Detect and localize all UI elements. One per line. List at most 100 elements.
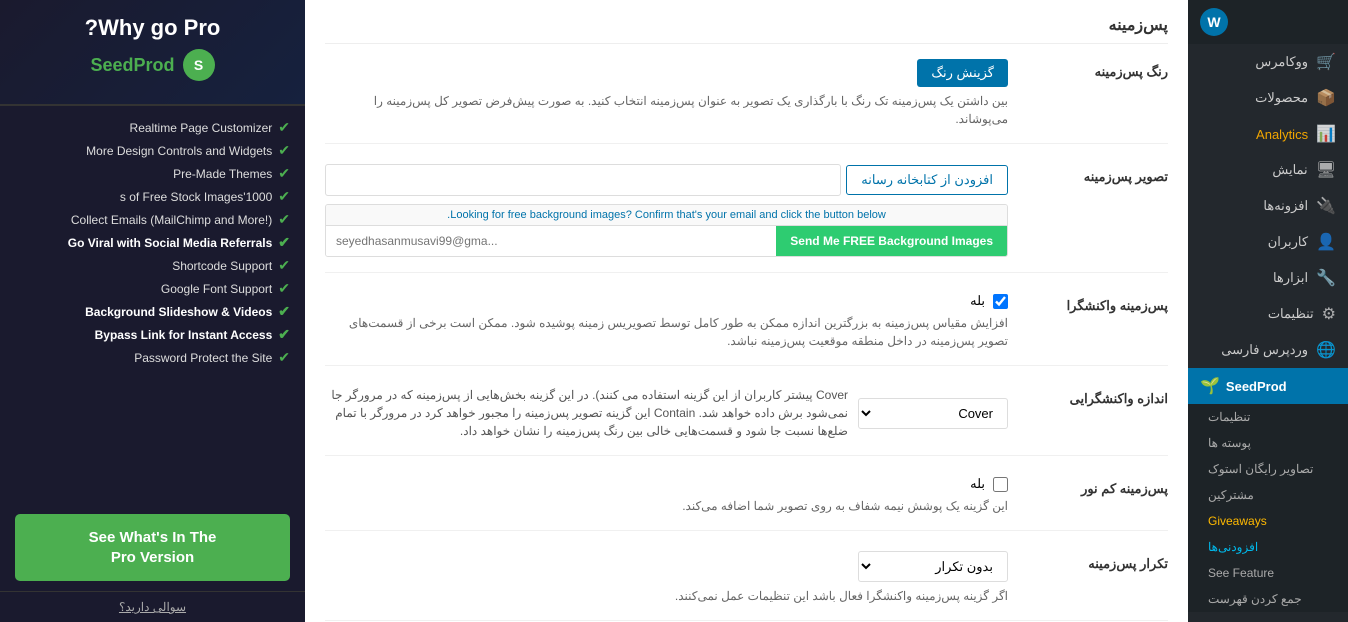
sidebar-item-wp-farsi[interactable]: وردپرس فارسی 🌐 bbox=[1188, 332, 1348, 368]
seedprod-sub-stock[interactable]: تصاویر رایگان استوک bbox=[1188, 456, 1348, 482]
feature-bgvideo: ✔ Background Slideshow & Videos bbox=[15, 300, 290, 323]
bg-dim-checkbox-label: بله bbox=[970, 476, 985, 492]
bg-dim-description: این گزینه یک پوشش نیمه شفاف به روی تصویر… bbox=[325, 497, 1008, 515]
cover-row: Cover Contain Cover پیشتر کاربران از این… bbox=[325, 386, 1008, 440]
analytics-icon: 📊 bbox=[1316, 124, 1336, 144]
media-upload-btn[interactable]: افزودن از کتابخانه رسانه bbox=[846, 165, 1008, 195]
media-url-input[interactable] bbox=[325, 164, 841, 196]
check-icon-4: ✔ bbox=[278, 211, 290, 228]
bg-image-row: تصویر پس‌زمینه افزودن از کتابخانه رسانه … bbox=[325, 164, 1168, 273]
bg-repeat-control: بدون تکرار تکرار تکرار افقی تکرار عمودی … bbox=[325, 551, 1008, 605]
wp-logo-icon: W bbox=[1200, 8, 1228, 36]
bg-size-row: اندازه واکنشگرایی Cover Contain Cover پی… bbox=[325, 386, 1168, 456]
promo-question-link[interactable]: سوالی دارید؟ bbox=[119, 600, 186, 614]
bg-size-select[interactable]: Cover Contain bbox=[858, 398, 1008, 429]
seedprod-logo-icon: 🌱 bbox=[1200, 376, 1220, 396]
check-icon-5: ✔ bbox=[278, 234, 290, 251]
email-bg-area: Looking for free background images? Conf… bbox=[325, 204, 1008, 257]
feature-themes: ✔ Pre-Made Themes bbox=[15, 162, 290, 185]
check-icon-9: ✔ bbox=[278, 326, 290, 343]
check-icon-8: ✔ bbox=[278, 303, 290, 320]
feature-emails: ✔ Collect Emails (MailChimp and More!) bbox=[15, 208, 290, 231]
email-bg-row: Send Me FREE Background Images bbox=[326, 225, 1007, 256]
feature-shortcode: ✔ Shortcode Support bbox=[15, 254, 290, 277]
wp-admin-sidebar: W ووکامرس 🛒 محصولات 📦 Analytics 📊 نمایش … bbox=[1188, 0, 1348, 622]
bg-repeat-label: تکرار پس‌زمینه bbox=[1028, 551, 1168, 572]
send-bg-email-btn[interactable]: Send Me FREE Background Images bbox=[776, 226, 1007, 256]
bg-color-control: گزینش رنگ بین داشتن یک پس‌زمینه تک رنگ ب… bbox=[325, 59, 1008, 128]
seedprod-sub-giveaways[interactable]: Giveaways bbox=[1188, 508, 1348, 534]
seedprod-sub-collapse[interactable]: جمع کردن قهرست bbox=[1188, 586, 1348, 612]
wp-farsi-icon: 🌐 bbox=[1316, 340, 1336, 360]
display-icon: 🖥 bbox=[1316, 160, 1336, 180]
promo-logo: S SeedProd bbox=[15, 49, 290, 81]
bg-color-label: رنگ پس‌زمینه bbox=[1028, 59, 1168, 80]
color-picker-btn[interactable]: گزینش رنگ bbox=[917, 59, 1008, 87]
check-icon-3: ✔ bbox=[278, 188, 290, 205]
seedprod-sub-subscribers[interactable]: مشترکین bbox=[1188, 482, 1348, 508]
bg-responsive-description: افزایش مقیاس پس‌زمینه به بزرگترین اندازه… bbox=[325, 314, 1008, 350]
bg-size-control: Cover Contain Cover پیشتر کاربران از این… bbox=[325, 386, 1008, 440]
sidebar-item-display[interactable]: نمایش 🖥 bbox=[1188, 152, 1348, 188]
bg-repeat-description: اگر گزینه پس‌زمینه واکنشگرا فعال باشد ای… bbox=[325, 587, 1008, 605]
seedprod-sub-themes[interactable]: پوسته ها bbox=[1188, 430, 1348, 456]
sidebar-item-plugins[interactable]: افزونه‌ها 🔌 bbox=[1188, 188, 1348, 224]
promo-question: سوالی دارید؟ bbox=[0, 591, 305, 622]
sidebar-item-products[interactable]: محصولات 📦 bbox=[1188, 80, 1348, 116]
bg-responsive-row: پس‌زمینه واکنشگرا بله افزایش مقیاس پس‌زم… bbox=[325, 293, 1168, 366]
sidebar-item-users[interactable]: کاربران 👤 bbox=[1188, 224, 1348, 260]
bg-responsive-checkbox-label: بله bbox=[970, 293, 985, 309]
promo-header: Why go Pro? S SeedProd bbox=[0, 0, 305, 106]
bg-responsive-checkbox[interactable] bbox=[993, 294, 1008, 309]
bg-color-description: بین داشتن یک پس‌زمینه تک رنگ با بارگذاری… bbox=[325, 92, 1008, 128]
bg-repeat-row: تکرار پس‌زمینه بدون تکرار تکرار تکرار اف… bbox=[325, 551, 1168, 621]
sidebar-item-analytics[interactable]: Analytics 📊 bbox=[1188, 116, 1348, 152]
page-content: پس‌زمینه رنگ پس‌زمینه گزینش رنگ بین داشت… bbox=[305, 0, 1188, 622]
bg-repeat-select[interactable]: بدون تکرار تکرار تکرار افقی تکرار عمودی bbox=[858, 551, 1008, 582]
bg-image-control: افزودن از کتابخانه رسانه Looking for fre… bbox=[325, 164, 1008, 257]
seedprod-sub-feature[interactable]: See Feature bbox=[1188, 560, 1348, 586]
tools-icon: 🔧 bbox=[1316, 268, 1336, 288]
seedprod-sidebar-section: SeedProd 🌱 تنظیمات پوسته ها تصاویر رایگا… bbox=[1188, 368, 1348, 612]
promo-headline: Why go Pro? bbox=[15, 15, 290, 41]
settings-icon: ⚙ bbox=[1322, 304, 1336, 324]
bg-link-text: Looking for free background images? Conf… bbox=[326, 205, 1007, 225]
users-icon: 👤 bbox=[1316, 232, 1336, 252]
bg-image-label: تصویر پس‌زمینه bbox=[1028, 164, 1168, 185]
sidebar-item-woocommerce[interactable]: ووکامرس 🛒 bbox=[1188, 44, 1348, 80]
check-icon-10: ✔ bbox=[278, 349, 290, 366]
media-upload-area: افزودن از کتابخانه رسانه bbox=[325, 164, 1008, 196]
bg-dim-checkbox-row: بله bbox=[325, 476, 1008, 492]
plugins-icon: 🔌 bbox=[1316, 196, 1336, 216]
promo-logo-text: SeedProd bbox=[90, 55, 174, 76]
sidebar-item-tools[interactable]: ابزارها 🔧 bbox=[1188, 260, 1348, 296]
seedprod-sub-addons[interactable]: افزودنی‌ها bbox=[1188, 534, 1348, 560]
check-icon-0: ✔ bbox=[278, 119, 290, 136]
features-list: ✔ Realtime Page Customizer ✔ More Design… bbox=[0, 106, 305, 504]
check-icon-7: ✔ bbox=[278, 280, 290, 297]
bg-dim-row: پس‌زمینه کم نور بله این گزینه یک پوشش نی… bbox=[325, 476, 1168, 531]
check-icon-6: ✔ bbox=[278, 257, 290, 274]
feature-bypass: ✔ Bypass Link for Instant Access bbox=[15, 323, 290, 346]
promo-cta-btn[interactable]: See What's In The Pro Version bbox=[15, 514, 290, 581]
main-content-area: پس‌زمینه رنگ پس‌زمینه گزینش رنگ بین داشت… bbox=[305, 0, 1188, 622]
woocommerce-icon: 🛒 bbox=[1316, 52, 1336, 72]
seedprod-header[interactable]: SeedProd 🌱 bbox=[1188, 368, 1348, 404]
feature-stock: ✔ 1000's of Free Stock Images bbox=[15, 185, 290, 208]
bg-responsive-label: پس‌زمینه واکنشگرا bbox=[1028, 293, 1168, 314]
feature-fonts: ✔ Google Font Support bbox=[15, 277, 290, 300]
seedprod-logo-circle: S bbox=[183, 49, 215, 81]
section-title: پس‌زمینه bbox=[325, 15, 1168, 44]
sidebar-item-settings[interactable]: تنظیمات ⚙ bbox=[1188, 296, 1348, 332]
bg-size-label: اندازه واکنشگرایی bbox=[1028, 386, 1168, 407]
feature-design: ✔ More Design Controls and Widgets bbox=[15, 139, 290, 162]
email-input[interactable] bbox=[326, 226, 776, 256]
products-icon: 📦 bbox=[1316, 88, 1336, 108]
seedprod-sub-settings[interactable]: تنظیمات bbox=[1188, 404, 1348, 430]
check-icon-1: ✔ bbox=[278, 142, 290, 159]
wp-logo-area: W bbox=[1188, 0, 1348, 44]
bg-responsive-checkbox-row: بله bbox=[325, 293, 1008, 309]
bg-responsive-control: بله افزایش مقیاس پس‌زمینه به بزرگترین ان… bbox=[325, 293, 1008, 350]
bg-dim-checkbox[interactable] bbox=[993, 477, 1008, 492]
feature-viral: ✔ Go Viral with Social Media Referrals bbox=[15, 231, 290, 254]
